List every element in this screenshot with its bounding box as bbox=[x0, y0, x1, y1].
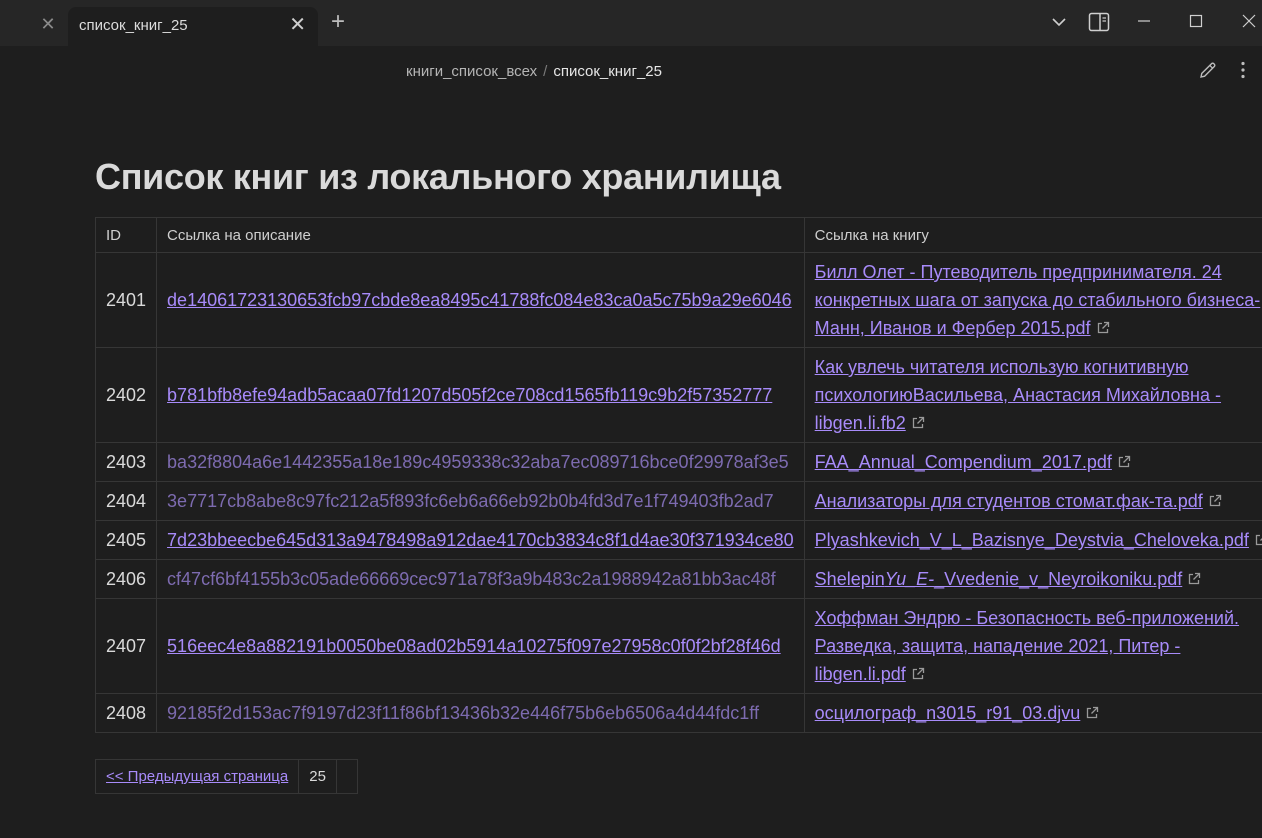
book-cell: ShelepinYu_E-_Vvedenie_v_Neyroikoniku.pd… bbox=[803, 559, 1262, 599]
tab-active[interactable]: список_книг_25 ✕ bbox=[68, 7, 318, 46]
header-id: ID bbox=[94, 217, 158, 253]
description-cell: de14061723130653fcb97cbde8ea8495c41788fc… bbox=[156, 252, 805, 348]
book-file-link[interactable]: Билл Олет - Путеводитель предпринимателя… bbox=[815, 262, 1261, 338]
sidebar-toggle-icon[interactable] bbox=[1088, 12, 1110, 32]
book-cell: осцилограф_n3015_r91_03.djvu bbox=[803, 693, 1262, 733]
breadcrumb: книги_список_всех / список_книг_25 bbox=[406, 63, 662, 80]
book-file-link[interactable]: Как увлечь читателя использую когнитивну… bbox=[815, 357, 1221, 433]
books-table: ID Ссылка на описание Ссылка на книгу 24… bbox=[94, 217, 1262, 733]
pager-empty-cell bbox=[335, 759, 358, 794]
table-row: 2402 b781bfb8efe94adb5acaa07fd1207d505f2c… bbox=[94, 347, 1262, 443]
chevron-down-icon[interactable] bbox=[1051, 14, 1067, 30]
external-link-icon bbox=[1189, 572, 1201, 585]
description-hash-link[interactable]: de14061723130653fcb97cbde8ea8495c41788fc… bbox=[167, 290, 792, 310]
external-link-icon bbox=[912, 416, 924, 429]
new-tab-plus-icon[interactable]: + bbox=[331, 10, 345, 34]
description-hash-link[interactable]: 92185f2d153ac7f9197d23f11f86bf13436b32e4… bbox=[167, 703, 759, 723]
tab-close-icon[interactable]: ✕ bbox=[289, 15, 306, 35]
description-hash-link[interactable]: 3e7717cb8abe8c97fc212a5f893fc6eb6a66eb92… bbox=[167, 491, 774, 511]
row-id: 2408 bbox=[94, 693, 158, 733]
book-file-link[interactable]: Plyashkevich_V_L_Bazisnye_Deystvia_Chelo… bbox=[815, 530, 1249, 550]
row-id: 2405 bbox=[94, 520, 158, 560]
row-id: 2402 bbox=[94, 347, 158, 443]
book-cell: Анализаторы для студентов стомат.фак-та.… bbox=[803, 481, 1262, 521]
tab-title: список_книг_25 bbox=[79, 17, 188, 34]
book-file-link[interactable]: FAA_Annual_Compendium_2017.pdf bbox=[815, 452, 1112, 472]
external-link-icon bbox=[1118, 455, 1131, 468]
book-file-link[interactable]: Хоффман Эндрю - Безопасность веб-приложе… bbox=[815, 608, 1239, 684]
book-cell: Хоффман Эндрю - Безопасность веб-приложе… bbox=[803, 598, 1262, 694]
external-link-icon bbox=[1255, 533, 1262, 546]
book-cell: FAA_Annual_Compendium_2017.pdf bbox=[803, 442, 1262, 482]
description-hash-link[interactable]: ba32f8804a6e1442355a18e189c4959338c32aba… bbox=[167, 452, 789, 472]
book-cell: Как увлечь читателя использую когнитивну… bbox=[803, 347, 1262, 443]
prev-page-link[interactable]: << Предыдущая страница bbox=[106, 768, 288, 785]
external-link-icon bbox=[1097, 321, 1109, 334]
header-book-link: Ссылка на книгу bbox=[803, 217, 1262, 253]
table-row: 2404 3e7717cb8abe8c97fc212a5f893fc6eb6a66… bbox=[94, 481, 1262, 521]
book-cell: Билл Олет - Путеводитель предпринимателя… bbox=[803, 252, 1262, 348]
minimize-icon[interactable] bbox=[1137, 14, 1151, 28]
page-title: Список книг из локального хранилища bbox=[95, 156, 781, 197]
book-cell: Plyashkevich_V_L_Bazisnye_Deystvia_Chelo… bbox=[803, 520, 1262, 560]
breadcrumb-parent[interactable]: книги_список_всех bbox=[406, 63, 537, 80]
row-id: 2401 bbox=[94, 252, 158, 348]
book-file-link[interactable]: Анализаторы для студентов стомат.фак-та.… bbox=[815, 491, 1203, 511]
table-row: 2401 de14061723130653fcb97cbde8ea8495c417… bbox=[94, 252, 1262, 348]
description-cell: cf47cf6bf4155b3c05ade66669cec971a78f3a9b… bbox=[156, 559, 805, 599]
external-link-icon bbox=[1087, 706, 1099, 719]
description-hash-link[interactable]: 7d23bbeecbe645d313a9478498a912dae4170cb3… bbox=[167, 530, 794, 550]
description-cell: b781bfb8efe94adb5acaa07fd1207d505f2ce708… bbox=[156, 347, 805, 443]
table-row: 2405 7d23bbeecbe645d313a9478498a912dae417… bbox=[94, 520, 1262, 560]
maximize-icon[interactable] bbox=[1189, 14, 1203, 28]
book-file-link[interactable]: осцилограф_n3015_r91_03.djvu bbox=[815, 703, 1081, 723]
pagination: << Предыдущая страница 25 bbox=[94, 759, 358, 794]
description-hash-link[interactable]: cf47cf6bf4155b3c05ade66669cec971a78f3a9b… bbox=[167, 569, 776, 589]
prev-page-cell: << Предыдущая страница bbox=[94, 759, 300, 794]
more-options-icon[interactable] bbox=[1233, 60, 1253, 80]
close-icon[interactable]: ✕ bbox=[38, 14, 58, 34]
edit-pencil-icon[interactable] bbox=[1198, 60, 1218, 80]
description-hash-link[interactable]: b781bfb8efe94adb5acaa07fd1207d505f2ce708… bbox=[167, 385, 772, 405]
book-file-link[interactable]: ShelepinYu_E-_Vvedenie_v_Neyroikoniku.pd… bbox=[815, 569, 1183, 589]
header-description-link: Ссылка на описание bbox=[156, 217, 805, 253]
external-link-icon bbox=[1209, 494, 1221, 507]
row-id: 2403 bbox=[94, 442, 158, 482]
window-close-icon[interactable] bbox=[1242, 14, 1256, 28]
description-cell: 3e7717cb8abe8c97fc212a5f893fc6eb6a66eb92… bbox=[156, 481, 805, 521]
description-cell: 92185f2d153ac7f9197d23f11f86bf13436b32e4… bbox=[156, 693, 805, 733]
external-link-icon bbox=[912, 667, 924, 680]
breadcrumb-current[interactable]: список_книг_25 bbox=[553, 63, 662, 80]
description-cell: 7d23bbeecbe645d313a9478498a912dae4170cb3… bbox=[156, 520, 805, 560]
table-row: 2403 ba32f8804a6e1442355a18e189c4959338c3… bbox=[94, 442, 1262, 482]
row-id: 2407 bbox=[94, 598, 158, 694]
row-id: 2404 bbox=[94, 481, 158, 521]
row-id: 2406 bbox=[94, 559, 158, 599]
table-row: 2408 92185f2d153ac7f9197d23f11f86bf13436b… bbox=[94, 693, 1262, 733]
current-page-number: 25 bbox=[298, 759, 337, 794]
table-row: 2406 cf47cf6bf4155b3c05ade66669cec971a78f… bbox=[94, 559, 1262, 599]
description-cell: 516eec4e8a882191b0050be08ad02b5914a10275… bbox=[156, 598, 805, 694]
tab-bar: ✕ список_книг_25 ✕ + bbox=[0, 0, 1262, 46]
table-header-row: ID Ссылка на описание Ссылка на книгу bbox=[94, 217, 1262, 253]
breadcrumb-separator: / bbox=[543, 63, 548, 80]
table-row: 2407 516eec4e8a882191b0050be08ad02b5914a1… bbox=[94, 598, 1262, 694]
description-hash-link[interactable]: 516eec4e8a882191b0050be08ad02b5914a10275… bbox=[167, 636, 781, 656]
description-cell: ba32f8804a6e1442355a18e189c4959338c32aba… bbox=[156, 442, 805, 482]
view-header: книги_список_всех / список_книг_25 bbox=[0, 46, 1262, 96]
